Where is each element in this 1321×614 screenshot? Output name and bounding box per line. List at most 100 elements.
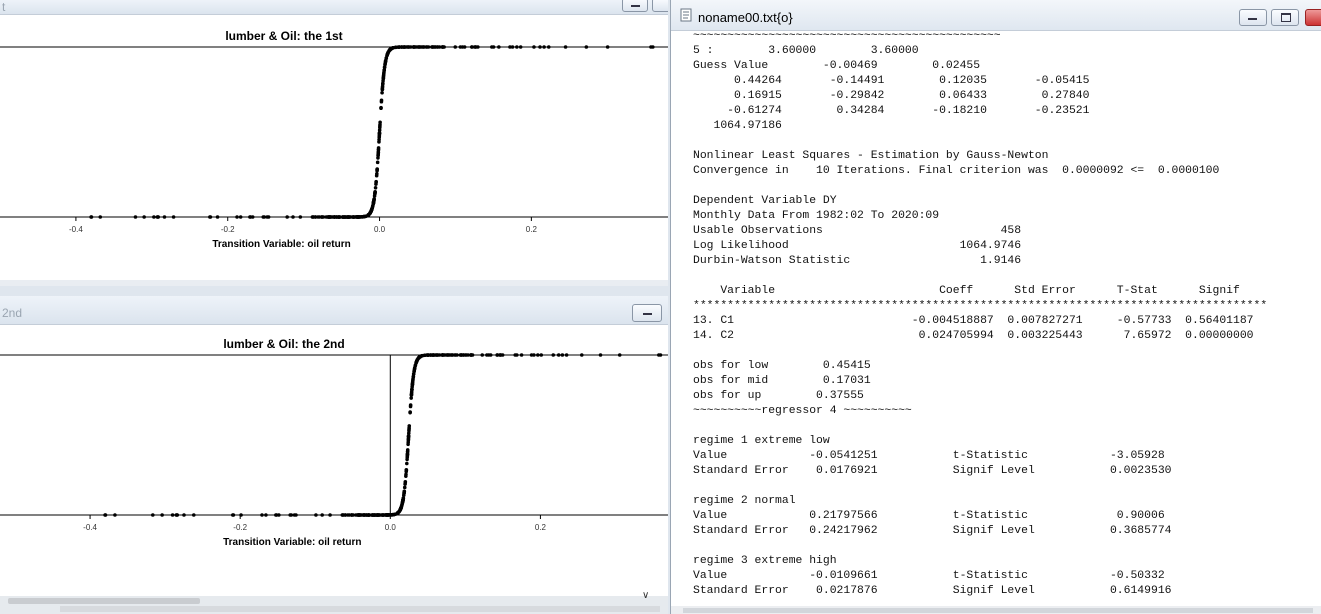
output-line: Convergence in 10 Iterations. Final crit…: [693, 165, 1220, 177]
output-line: Log Likelihood 1064.9746: [693, 240, 1022, 252]
graph-window-1-titlebar[interactable]: t: [0, 0, 668, 15]
chart1-point: [238, 215, 243, 219]
chart1-point: [375, 172, 379, 176]
document-icon: [680, 8, 692, 22]
maximize-button[interactable]: [1271, 9, 1299, 26]
chart1-point: [311, 215, 316, 219]
output-line: obs for up 0.37555: [693, 390, 864, 402]
minimize-button-2[interactable]: [632, 304, 662, 322]
chart2-point: [314, 513, 318, 517]
chart2-point: [160, 513, 164, 517]
chart1-point: [375, 160, 380, 165]
output-line: Standard Error 0.0217876 Signif Level 0.…: [693, 585, 1172, 597]
chart1-point: [371, 201, 376, 206]
chart1-point: [472, 45, 477, 49]
output-line: regime 1 extreme low: [693, 435, 830, 447]
output-window-scrollbar[interactable]: [671, 606, 1321, 614]
chart1-point: [366, 213, 371, 217]
chart1-point: [425, 45, 429, 49]
chart2-point: [564, 353, 569, 357]
chart2-point: [357, 513, 362, 517]
chart2-point: [354, 513, 358, 517]
chart2-point: [400, 500, 405, 504]
chart2-point: [444, 353, 449, 357]
chart2-point: [485, 353, 489, 357]
chart1-point: [515, 45, 519, 49]
chart1-point: [152, 215, 156, 219]
chart2-point: [408, 410, 412, 415]
output-text-area[interactable]: ~~~~~~~~~~~~~~~~~~~~~~~~~~~~~~~~~~~~~~~~…: [693, 29, 1321, 602]
restore-button[interactable]: [652, 0, 668, 12]
left-scroll-thumb[interactable]: [8, 598, 200, 604]
chart2-point: [598, 353, 603, 357]
chart1-point: [171, 215, 176, 219]
minimize-button[interactable]: [622, 0, 648, 12]
chart1-point: [380, 87, 385, 92]
chart1-point: [532, 45, 536, 49]
output-window-titlebar[interactable]: noname00.txt{o}: [671, 0, 1321, 31]
chart2-point: [519, 353, 524, 357]
close-button[interactable]: [1305, 9, 1321, 26]
chart2-point: [513, 353, 518, 357]
output-window[interactable]: noname00.txt{o} ~~~~~~~~~~~~~~~~~~~~~~~~…: [670, 0, 1321, 614]
minimize-button-3[interactable]: [1239, 9, 1267, 26]
chevron-down-icon[interactable]: ∨: [642, 590, 649, 601]
output-line: Variable Coeff Std Error T-Stat Signif: [693, 285, 1240, 297]
output-line: Value -0.0541251 t-Statistic -3.05928: [693, 450, 1165, 462]
chart1-point: [651, 45, 655, 49]
output-line: obs for low 0.45415: [693, 360, 871, 372]
output-line: ~~~~~~~~~~~~~~~~~~~~~~~~~~~~~~~~~~~~~~~~…: [693, 30, 1001, 42]
chart1-point: [377, 140, 381, 144]
chart1-point: [563, 45, 568, 49]
chart2-point: [433, 353, 438, 357]
chart1-point: [208, 215, 213, 219]
chart1-point: [291, 215, 295, 219]
chart2-point: [385, 513, 390, 517]
chart1-point: [298, 215, 303, 219]
chart2-tick-label: -0.4: [83, 523, 97, 532]
chart1-point: [453, 45, 458, 49]
chart2-tick-label: 0.0: [385, 523, 397, 532]
output-scroll-thumb[interactable]: [683, 608, 1313, 613]
chart1-point: [377, 128, 382, 132]
chart2-point: [556, 353, 561, 357]
output-line: 5 : 3.60000 3.60000: [693, 45, 919, 57]
chart1-point: [380, 90, 384, 95]
output-line: ****************************************…: [693, 300, 1268, 312]
graph-window-1[interactable]: t lumber & Oil: the 1st -0.4 -0.2 0.0 0.2 Tra…: [0, 0, 668, 286]
chart1-point: [261, 215, 266, 219]
chart1-point: [377, 132, 382, 136]
graph-window-2[interactable]: 2nd lumber & Oil: the 2nd -0.4 -0.2 0.0 0.2 T…: [0, 296, 668, 596]
left-scroll-track: [60, 606, 660, 612]
chart2-xlabel: Transition Variable: oil return: [223, 537, 361, 548]
maximize-icon: [1281, 13, 1291, 22]
output-line: Standard Error 0.0176921 Signif Level 0.…: [693, 465, 1172, 477]
chart2-point: [405, 448, 410, 452]
chart1-tick-label: -0.2: [221, 225, 235, 234]
graph-window-1-scrollbar[interactable]: [0, 280, 668, 286]
chart1-point: [332, 215, 337, 219]
output-line: 1064.97186: [693, 120, 782, 132]
chart1-point: [542, 45, 546, 49]
chart2-point: [260, 513, 264, 517]
chart2-point: [658, 353, 663, 357]
chart2-point: [529, 353, 534, 357]
chart1-point: [497, 45, 501, 49]
chart1-point: [235, 215, 239, 219]
chart1-point: [441, 45, 446, 49]
chart1-point: [142, 215, 146, 219]
chart1-point: [361, 214, 366, 219]
chart2-point: [404, 472, 408, 477]
chart2-point: [405, 455, 410, 460]
output-line: Value 0.21797566 t-Statistic 0.90006: [693, 510, 1165, 522]
chart1-point: [605, 45, 610, 49]
chart2-point: [480, 353, 485, 357]
graph-window-2-titlebar[interactable]: 2nd: [0, 296, 668, 325]
chart2-point: [407, 426, 411, 430]
left-bottom-scrollbar[interactable]: ∨: [0, 590, 668, 614]
chart2-point: [372, 513, 377, 517]
chart1-point: [248, 215, 252, 219]
